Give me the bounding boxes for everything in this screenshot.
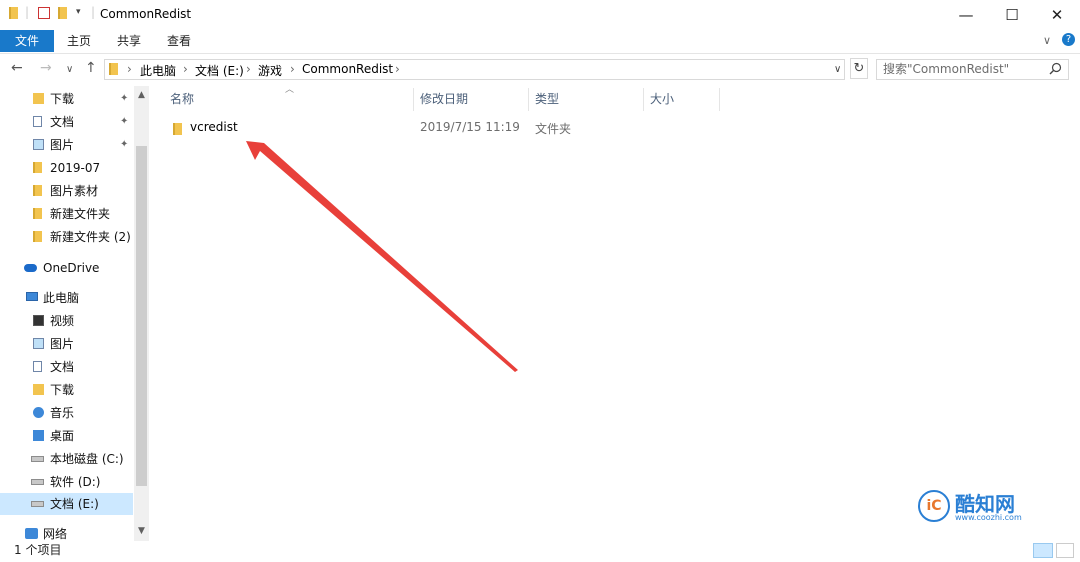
logo-mark: iC [918, 490, 950, 522]
watermark-logo: iC 酷知网 www.coozhi.com [918, 486, 1058, 526]
annotation-arrow [246, 141, 518, 372]
large-icons-view-icon[interactable] [1056, 543, 1074, 558]
logo-url: www.coozhi.com [955, 513, 1022, 522]
status-item-count: 1 个项目 [14, 543, 62, 557]
details-view-icon[interactable] [1033, 543, 1053, 558]
